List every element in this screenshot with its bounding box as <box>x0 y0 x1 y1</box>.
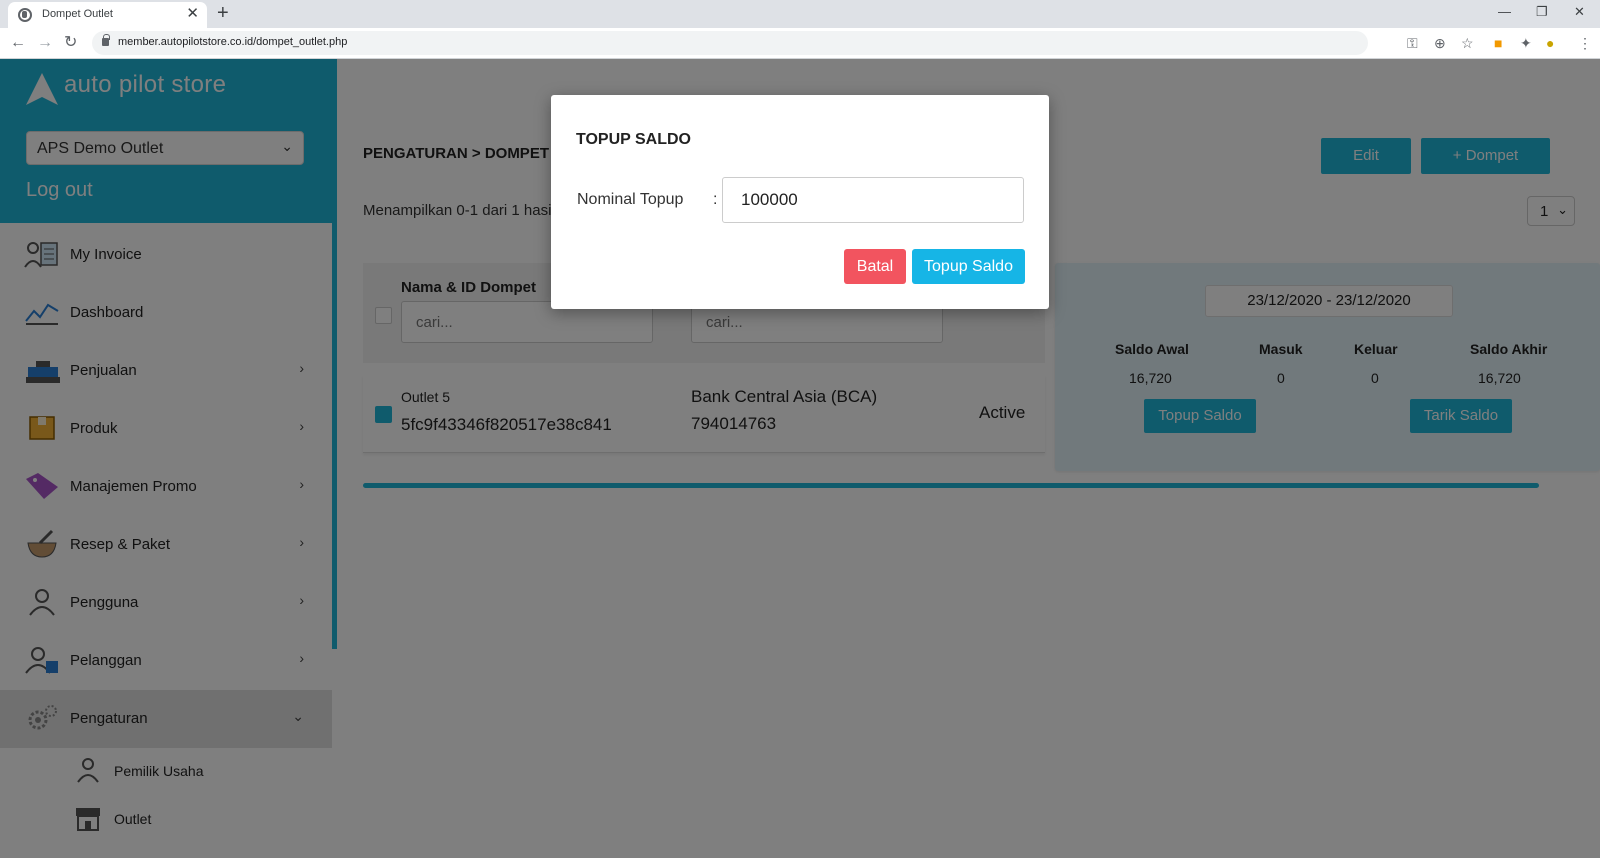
submit-topup-button[interactable]: Topup Saldo <box>912 249 1025 284</box>
label-separator: : <box>713 191 718 208</box>
star-icon[interactable]: ☆ <box>1461 35 1474 51</box>
back-icon[interactable]: ← <box>10 34 26 52</box>
cancel-button[interactable]: Batal <box>844 249 906 284</box>
topup-modal: TOPUP SALDO Nominal Topup : Batal Topup … <box>551 95 1049 309</box>
key-icon[interactable]: ⚿ <box>1407 35 1418 51</box>
close-window-icon[interactable]: ✕ <box>1574 4 1585 20</box>
tab-title: Dompet Outlet <box>42 8 113 20</box>
extension-orange-icon[interactable]: ■ <box>1494 35 1502 51</box>
address-bar: ← → ↻ member.autopilotstore.co.id/dompet… <box>0 28 1600 59</box>
minimize-icon[interactable]: — <box>1498 4 1511 19</box>
browser-tab-bar: Dompet Outlet ✕ + — ❐ ✕ <box>0 0 1600 28</box>
zoom-icon[interactable]: ⊕ <box>1434 35 1446 51</box>
puzzle-icon[interactable]: ✦ <box>1520 35 1532 51</box>
globe-icon <box>18 8 32 22</box>
restore-icon[interactable]: ❐ <box>1536 4 1548 20</box>
menu-dots-icon[interactable]: ⋮ <box>1578 35 1592 51</box>
nominal-topup-input[interactable] <box>722 177 1024 223</box>
close-tab-icon[interactable]: ✕ <box>186 6 199 22</box>
profile-icon[interactable]: ● <box>1546 35 1554 51</box>
browser-tab[interactable]: Dompet Outlet ✕ <box>8 2 207 28</box>
lock-icon <box>102 34 110 46</box>
forward-icon[interactable]: → <box>37 34 53 52</box>
url-text: member.autopilotstore.co.id/dompet_outle… <box>118 36 348 48</box>
reload-icon[interactable]: ↻ <box>64 34 77 52</box>
nominal-topup-label: Nominal Topup <box>577 191 684 208</box>
modal-title: TOPUP SALDO <box>576 131 691 148</box>
omnibox[interactable]: member.autopilotstore.co.id/dompet_outle… <box>92 31 1368 55</box>
new-tab-icon[interactable]: + <box>217 3 229 23</box>
